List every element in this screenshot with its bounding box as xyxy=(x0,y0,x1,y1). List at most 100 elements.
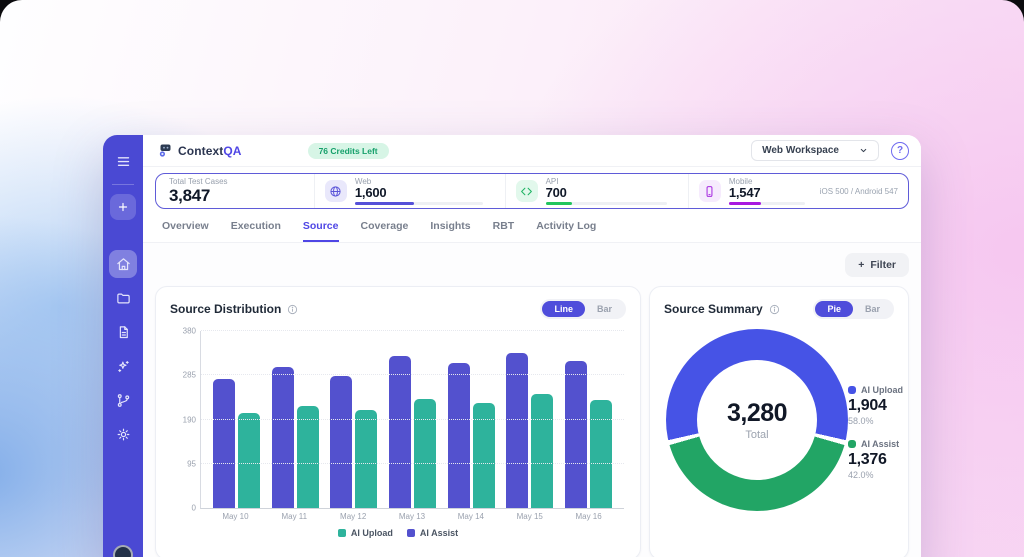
tab-insights[interactable]: Insights xyxy=(430,220,470,242)
help-icon[interactable]: ? xyxy=(891,142,909,160)
toggle-pie[interactable]: Pie xyxy=(815,301,853,317)
mobile-icon xyxy=(699,180,721,202)
bar-group xyxy=(383,331,442,508)
bar-ai-upload[interactable] xyxy=(531,394,553,508)
app-logo: ContextQA xyxy=(157,143,242,159)
bar-ai-assist[interactable] xyxy=(272,367,294,508)
filter-row: + Filter xyxy=(155,253,909,277)
donut-total-label: Total xyxy=(745,429,768,441)
stat-value: 3,847 xyxy=(169,187,210,205)
legend-label: AI Assist xyxy=(420,528,458,538)
tab-coverage[interactable]: Coverage xyxy=(361,220,409,242)
filter-button[interactable]: + Filter xyxy=(845,253,909,277)
add-button[interactable] xyxy=(110,194,136,220)
x-axis-label: May 11 xyxy=(265,512,324,521)
stat-total-test-cases: Total Test Cases 3,847 xyxy=(156,174,314,208)
tab-source[interactable]: Source xyxy=(303,220,339,242)
donut-center: 3,280 Total xyxy=(697,360,817,480)
stat-mobile: Mobile 1,547 iOS 500 / Android 547 xyxy=(688,174,908,208)
stat-value: 700 xyxy=(546,186,678,200)
legend-label: AI Upload xyxy=(351,528,393,538)
workspace-label: Web Workspace xyxy=(762,145,839,156)
app-window: ContextQA 76 Credits Left Web Workspace … xyxy=(103,135,921,557)
main-area: ContextQA 76 Credits Left Web Workspace … xyxy=(143,135,921,557)
bar-group xyxy=(442,331,501,508)
legend-percent: 58.0% xyxy=(848,416,903,426)
toggle-bar[interactable]: Bar xyxy=(585,301,624,317)
code-icon xyxy=(516,180,538,202)
menu-icon[interactable] xyxy=(109,147,137,175)
y-axis-tick: 95 xyxy=(187,459,196,468)
source-summary-card: Source Summary Pie Bar xyxy=(649,286,909,557)
bar-ai-upload[interactable] xyxy=(590,400,612,508)
progress-track xyxy=(546,202,668,205)
bar-ai-assist[interactable] xyxy=(213,379,235,508)
legend-label: AI Upload xyxy=(861,385,903,395)
x-axis-label: May 14 xyxy=(441,512,500,521)
bar-ai-upload[interactable] xyxy=(238,413,260,508)
y-axis-tick: 190 xyxy=(183,415,196,424)
donut-total-value: 3,280 xyxy=(727,399,787,428)
sparkles-icon[interactable] xyxy=(109,352,137,380)
credits-badge: 76 Credits Left xyxy=(308,143,389,159)
stats-bar: Total Test Cases 3,847 Web 1,600 xyxy=(155,173,909,209)
legend-swatch xyxy=(848,440,856,448)
page-background: ContextQA 76 Credits Left Web Workspace … xyxy=(0,0,1024,557)
toggle-line[interactable]: Line xyxy=(542,301,585,317)
x-axis-label: May 15 xyxy=(500,512,559,521)
y-axis-tick: 0 xyxy=(192,504,196,513)
bar-ai-upload[interactable] xyxy=(414,399,436,508)
branch-icon[interactable] xyxy=(109,386,137,414)
info-icon[interactable] xyxy=(769,304,780,315)
legend-label: AI Assist xyxy=(861,439,899,449)
topbar-right: Web Workspace ? xyxy=(751,140,909,161)
legend-swatch xyxy=(338,529,346,537)
y-axis-tick: 285 xyxy=(183,371,196,380)
donut: 3,280 Total xyxy=(666,329,848,511)
donut-chart: 3,280 Total AI Upload 1,904 58.0%AI Assi… xyxy=(664,329,894,511)
bar-ai-upload[interactable] xyxy=(355,410,377,508)
legend-value: 1,904 xyxy=(848,397,903,415)
bar-group xyxy=(559,331,618,508)
tab-rbt[interactable]: RBT xyxy=(493,220,515,242)
tab-overview[interactable]: Overview xyxy=(162,220,209,242)
tab-activity-log[interactable]: Activity Log xyxy=(536,220,596,242)
toggle-bar[interactable]: Bar xyxy=(853,301,892,317)
card-header: Source Distribution Line Bar xyxy=(170,299,626,319)
cards-row: Source Distribution Line Bar xyxy=(155,286,909,557)
summary-legend: AI Upload 1,904 58.0%AI Assist 1,376 42.… xyxy=(848,329,907,511)
gridline xyxy=(201,419,624,420)
x-axis-label: May 13 xyxy=(383,512,442,521)
bar-ai-assist[interactable] xyxy=(389,356,411,508)
bar-ai-assist[interactable] xyxy=(506,353,528,508)
content-area: + Filter Source Distribution L xyxy=(143,243,921,557)
y-axis-tick: 380 xyxy=(183,327,196,336)
stat-web: Web 1,600 xyxy=(314,174,505,208)
info-icon[interactable] xyxy=(287,304,298,315)
card-title: Source Distribution xyxy=(170,302,281,316)
logo-robot-icon xyxy=(157,143,173,159)
sidebar-nav xyxy=(109,250,137,448)
home-icon[interactable] xyxy=(109,250,137,278)
legend-item: AI Upload xyxy=(338,528,393,538)
sidebar xyxy=(103,135,143,557)
tab-bar: Overview Execution Source Coverage Insig… xyxy=(143,209,921,243)
legend-swatch xyxy=(407,529,415,537)
tab-execution[interactable]: Execution xyxy=(231,220,281,242)
summary-legend-item: AI Upload 1,904 58.0% xyxy=(848,385,903,426)
source-distribution-card: Source Distribution Line Bar xyxy=(155,286,641,557)
x-axis-label: May 16 xyxy=(559,512,618,521)
document-icon[interactable] xyxy=(109,318,137,346)
progress-fill xyxy=(355,202,414,205)
settings-icon[interactable] xyxy=(109,420,137,448)
avatar[interactable] xyxy=(113,545,133,557)
logo-text: ContextQA xyxy=(178,144,242,158)
folder-icon[interactable] xyxy=(109,284,137,312)
pie-bar-toggle: Pie Bar xyxy=(813,299,894,319)
workspace-selector[interactable]: Web Workspace xyxy=(751,140,879,161)
bar-ai-assist[interactable] xyxy=(565,361,587,508)
bar-ai-assist[interactable] xyxy=(448,363,470,508)
gridline xyxy=(201,374,624,375)
bar-ai-assist[interactable] xyxy=(330,376,352,508)
bar-ai-upload[interactable] xyxy=(297,406,319,508)
